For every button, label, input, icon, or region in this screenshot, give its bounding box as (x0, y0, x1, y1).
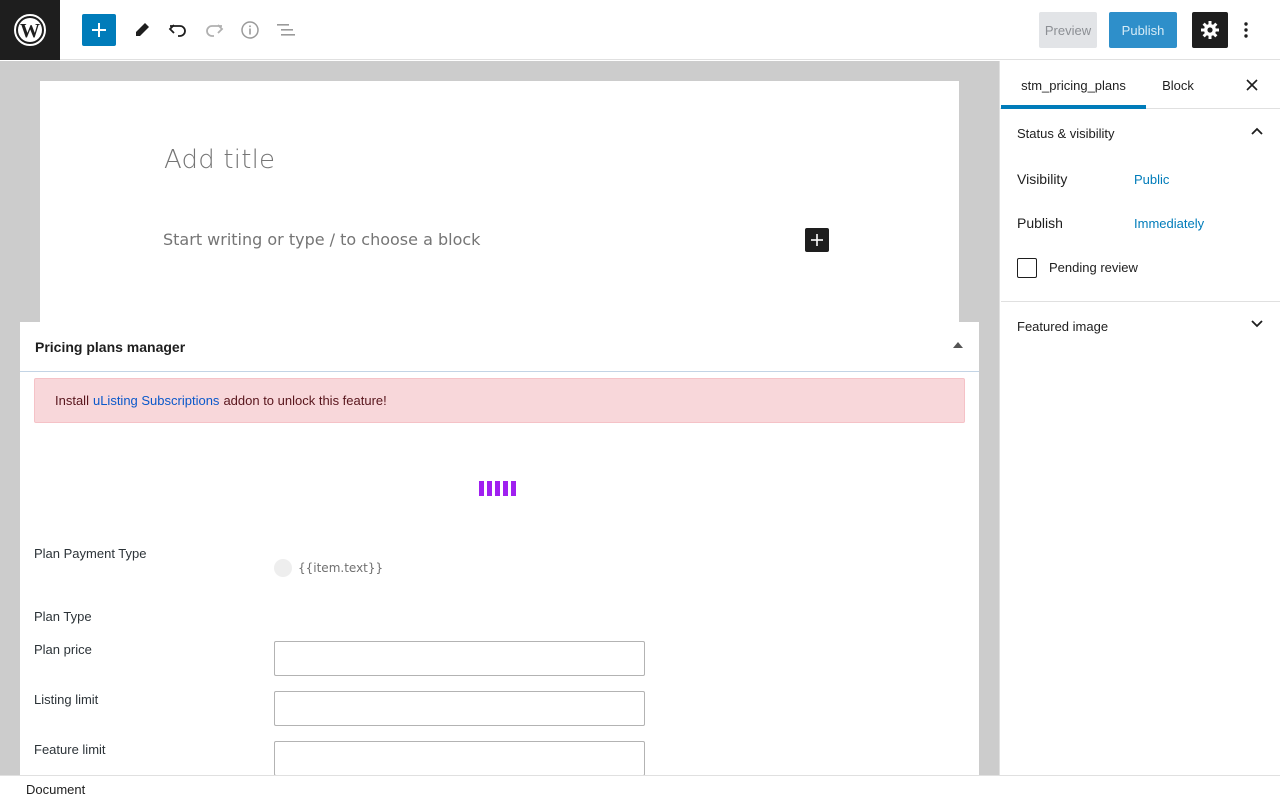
post-title-input[interactable]: Add title (164, 145, 275, 175)
collapse-arrow-icon[interactable] (953, 342, 963, 348)
panel-title: Featured image (1017, 318, 1109, 334)
preview-button[interactable]: Preview (1039, 12, 1097, 48)
panel-title: Status & visibility (1017, 125, 1115, 141)
plan-type-label: Plan Type (34, 609, 92, 624)
settings-sidebar: stm_pricing_plans Block Status & visibil… (999, 61, 1280, 775)
sidebar-tabs: stm_pricing_plans Block (1000, 61, 1280, 109)
close-sidebar-button[interactable] (1240, 73, 1264, 97)
redo-icon (206, 24, 224, 37)
notice-prefix: Install (55, 393, 89, 408)
feature-limit-label: Feature limit (34, 742, 106, 757)
pending-review-checkbox[interactable] (1017, 258, 1037, 278)
editor-canvas (40, 81, 959, 322)
feature-limit-input[interactable] (274, 741, 645, 776)
plus-icon (92, 23, 106, 37)
chevron-up-icon (1251, 127, 1263, 135)
editor-header: W Preview Publish (0, 0, 1280, 60)
inline-add-block-button[interactable] (805, 228, 829, 252)
notice-suffix: addon to unlock this feature! (223, 393, 387, 408)
add-block-button[interactable] (82, 14, 116, 46)
chevron-down-icon (1251, 320, 1263, 328)
svg-text:W: W (20, 20, 40, 42)
payment-type-option[interactable]: {{item.text}} (274, 559, 383, 577)
tab-block[interactable]: Block (1146, 61, 1210, 109)
list-view-icon (277, 24, 295, 36)
plan-payment-type-label: Plan Payment Type (34, 546, 147, 561)
metabox-header[interactable]: Pricing plans manager (20, 322, 979, 372)
pencil-icon (136, 21, 151, 36)
close-icon (1246, 79, 1258, 91)
radio-button[interactable] (274, 559, 292, 577)
publish-button[interactable]: Publish (1109, 12, 1177, 48)
featured-image-panel-toggle[interactable]: Featured image (1001, 302, 1280, 350)
addon-notice: Install uListing Subscriptions addon to … (34, 378, 965, 423)
editor-footer: Document (0, 775, 1280, 800)
redo-button[interactable] (196, 12, 232, 48)
settings-button[interactable] (1192, 12, 1228, 48)
more-options-button[interactable] (1232, 12, 1260, 48)
visibility-toggle[interactable]: Public (1134, 172, 1169, 187)
breadcrumb[interactable]: Document (26, 782, 85, 797)
publish-label: Publish (1017, 215, 1063, 231)
more-vertical-icon (1244, 22, 1248, 38)
listing-limit-label: Listing limit (34, 692, 99, 707)
plus-icon (811, 234, 823, 246)
tools-button[interactable] (124, 12, 160, 48)
pending-review-label[interactable]: Pending review (1049, 260, 1138, 275)
publish-date-toggle[interactable]: Immediately (1134, 216, 1204, 231)
loading-spinner (479, 481, 516, 496)
undo-icon (168, 24, 186, 37)
plan-price-input[interactable] (274, 641, 645, 676)
tab-post-type[interactable]: stm_pricing_plans (1001, 61, 1146, 109)
gear-icon (1201, 21, 1219, 39)
block-placeholder[interactable]: Start writing or type / to choose a bloc… (163, 230, 480, 249)
details-button[interactable] (232, 12, 268, 48)
visibility-label: Visibility (1017, 171, 1068, 187)
info-icon (241, 21, 259, 39)
pricing-plans-metabox: Pricing plans manager Install uListing S… (20, 322, 979, 776)
undo-button[interactable] (160, 12, 196, 48)
addon-link[interactable]: uListing Subscriptions (89, 393, 223, 408)
listing-limit-input[interactable] (274, 691, 645, 726)
wordpress-logo-icon[interactable]: W (0, 0, 60, 60)
plan-price-label: Plan price (34, 642, 92, 657)
document-outline-button[interactable] (268, 12, 304, 48)
status-visibility-panel-toggle[interactable]: Status & visibility (1001, 109, 1280, 157)
radio-label: {{item.text}} (298, 561, 384, 575)
metabox-title: Pricing plans manager (35, 338, 186, 355)
